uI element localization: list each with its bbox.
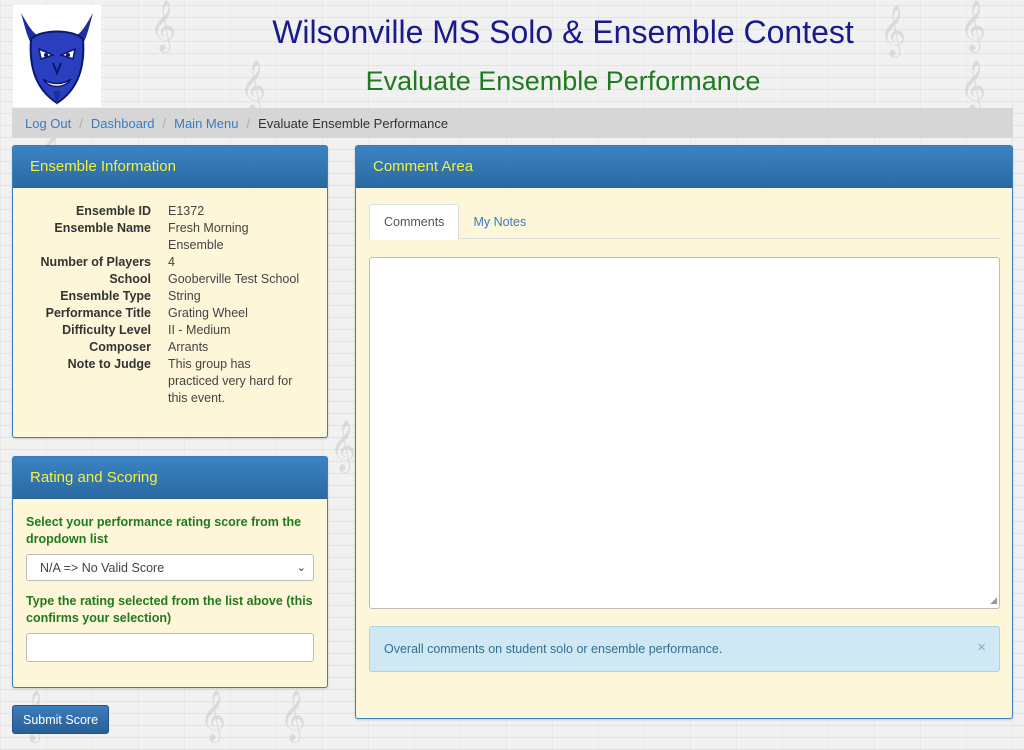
resize-grip-icon[interactable]: ◢ — [990, 595, 997, 606]
ensemble-info-panel: Ensemble Information Ensemble ID E1372 E… — [12, 145, 328, 438]
comment-tabs: Comments My Notes — [369, 204, 1000, 240]
info-row-difficulty-level: Difficulty Level II - Medium — [13, 322, 327, 339]
breadcrumb-dashboard-link[interactable]: Dashboard — [91, 116, 155, 131]
school-logo — [13, 5, 101, 107]
blue-devil-mascot-icon — [21, 13, 93, 105]
breadcrumb-separator: / — [162, 115, 167, 131]
tab-comments[interactable]: Comments — [369, 204, 460, 240]
chevron-down-icon: ⌄ — [296, 562, 306, 574]
submit-score-button[interactable]: Submit Score — [12, 705, 109, 734]
breadcrumb-main-menu-link[interactable]: Main Menu — [174, 116, 238, 131]
info-value: Gooberville Test School — [168, 272, 300, 286]
info-value: Fresh Morning Ensemble — [168, 221, 249, 252]
info-label: Ensemble Type — [60, 289, 151, 303]
breadcrumb-logout-link[interactable]: Log Out — [25, 116, 71, 131]
info-value: II - Medium — [168, 323, 231, 337]
ensemble-info-table: Ensemble ID E1372 Ensemble Name Fresh Mo… — [13, 203, 327, 407]
info-label: Composer — [89, 340, 151, 354]
info-label: Ensemble Name — [54, 221, 151, 235]
comment-area-panel: Comment Area Comments My Notes ◢ Overall… — [355, 145, 1013, 719]
page-title: Wilsonville MS Solo & Ensemble Contest — [272, 14, 854, 50]
comment-area-heading: Comment Area — [356, 146, 1012, 188]
rating-select-value: N/A => No Valid Score — [40, 560, 165, 575]
breadcrumb-separator: / — [246, 115, 251, 131]
rating-heading: Rating and Scoring — [13, 457, 327, 499]
info-label: Ensemble ID — [75, 204, 151, 218]
info-row-composer: Composer Arrants — [13, 339, 327, 356]
rating-confirm-input[interactable] — [26, 633, 314, 662]
rating-select[interactable]: N/A => No Valid Score ⌄ — [26, 554, 314, 581]
comment-info-alert: Overall comments on student solo or ense… — [369, 626, 1000, 672]
info-row-number-of-players: Number of Players 4 — [13, 254, 327, 271]
alert-text: Overall comments on student solo or ense… — [384, 642, 723, 656]
info-value: Arrants — [168, 340, 209, 354]
rating-confirm-label: Type the rating selected from the list a… — [26, 594, 313, 625]
ensemble-info-heading: Ensemble Information — [13, 146, 327, 188]
close-icon[interactable]: × — [977, 639, 986, 656]
breadcrumb-current: Evaluate Ensemble Performance — [258, 115, 449, 131]
info-row-ensemble-id: Ensemble ID E1372 — [13, 203, 327, 220]
info-value: Grating Wheel — [168, 306, 248, 320]
info-value: 4 — [168, 255, 175, 269]
info-row-note-to-judge: Note to Judge This group has practiced v… — [13, 356, 327, 407]
info-value: E1372 — [168, 204, 205, 218]
tab-my-notes[interactable]: My Notes — [459, 204, 540, 240]
info-label: Note to Judge — [67, 357, 151, 371]
rating-body: Select your performance rating score fro… — [13, 499, 327, 677]
info-label: Number of Players — [40, 255, 151, 269]
info-label: School — [109, 272, 151, 286]
info-label: Difficulty Level — [62, 323, 151, 337]
breadcrumb: Log Out / Dashboard / Main Menu / Evalua… — [12, 108, 1013, 138]
rating-panel: Rating and Scoring Select your performan… — [12, 456, 328, 688]
breadcrumb-separator: / — [79, 115, 83, 131]
rating-select-label: Select your performance rating score fro… — [26, 515, 302, 546]
info-row-school: School Gooberville Test School — [13, 271, 327, 288]
info-row-performance-title: Performance Title Grating Wheel — [13, 305, 327, 322]
info-label: Performance Title — [45, 306, 151, 320]
page-subtitle: Evaluate Ensemble Performance — [365, 66, 761, 96]
info-value: This group has practiced very hard for t… — [168, 357, 293, 405]
info-value: String — [168, 289, 201, 303]
comments-textarea[interactable]: ◢ — [369, 257, 1000, 609]
info-row-ensemble-type: Ensemble Type String — [13, 288, 327, 305]
info-row-ensemble-name: Ensemble Name Fresh Morning Ensemble — [13, 220, 327, 254]
